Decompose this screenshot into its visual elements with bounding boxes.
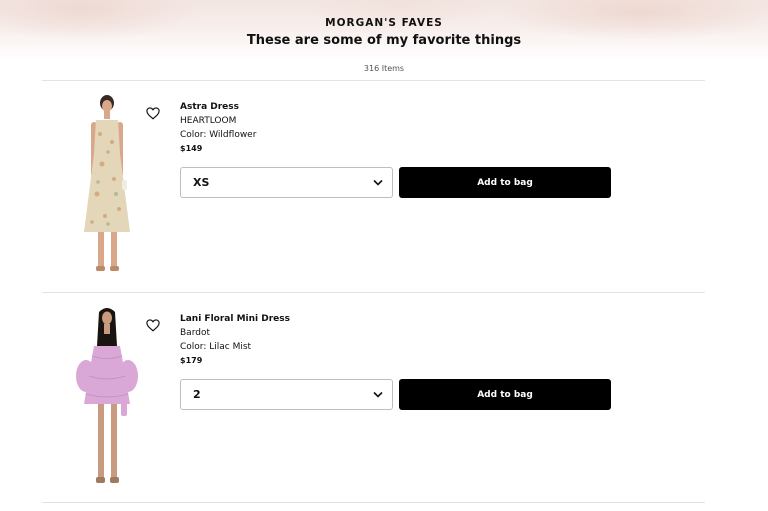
add-to-bag-button[interactable]: Add to bag <box>399 167 611 198</box>
size-select[interactable]: XS <box>180 167 393 198</box>
product-name[interactable]: Lani Floral Mini Dress <box>180 314 290 324</box>
size-select-value: 2 <box>193 388 201 401</box>
heart-outline-icon <box>146 106 160 120</box>
divider <box>42 292 705 293</box>
favorite-button[interactable] <box>144 104 162 122</box>
product-price: $149 <box>180 144 203 153</box>
product-image[interactable] <box>72 306 142 491</box>
divider <box>42 80 705 81</box>
add-to-bag-button[interactable]: Add to bag <box>399 379 611 410</box>
page-kicker: MORGAN'S FAVES <box>325 17 443 29</box>
product-card: Astra Dress HEARTLOOM Color: Wildflower … <box>42 82 705 292</box>
product-color: Color: Lilac Mist <box>180 342 252 352</box>
product-brand: Bardot <box>180 328 210 338</box>
chevron-down-icon <box>373 391 383 398</box>
page-title: These are some of my favorite things <box>246 33 522 48</box>
product-card: Lani Floral Mini Dress Bardot Color: Lil… <box>42 294 705 504</box>
divider <box>42 502 705 503</box>
chevron-down-icon <box>373 179 383 186</box>
favorite-button[interactable] <box>144 316 162 334</box>
size-select-value: XS <box>193 176 210 189</box>
product-color: Color: Wildflower <box>180 130 257 140</box>
product-image[interactable] <box>72 94 142 279</box>
product-price: $179 <box>180 356 203 365</box>
header-banner <box>0 0 768 60</box>
product-name[interactable]: Astra Dress <box>180 102 239 112</box>
item-count: 316 Items <box>363 64 405 73</box>
heart-outline-icon <box>146 318 160 332</box>
size-select[interactable]: 2 <box>180 379 393 410</box>
product-brand: HEARTLOOM <box>180 116 237 126</box>
